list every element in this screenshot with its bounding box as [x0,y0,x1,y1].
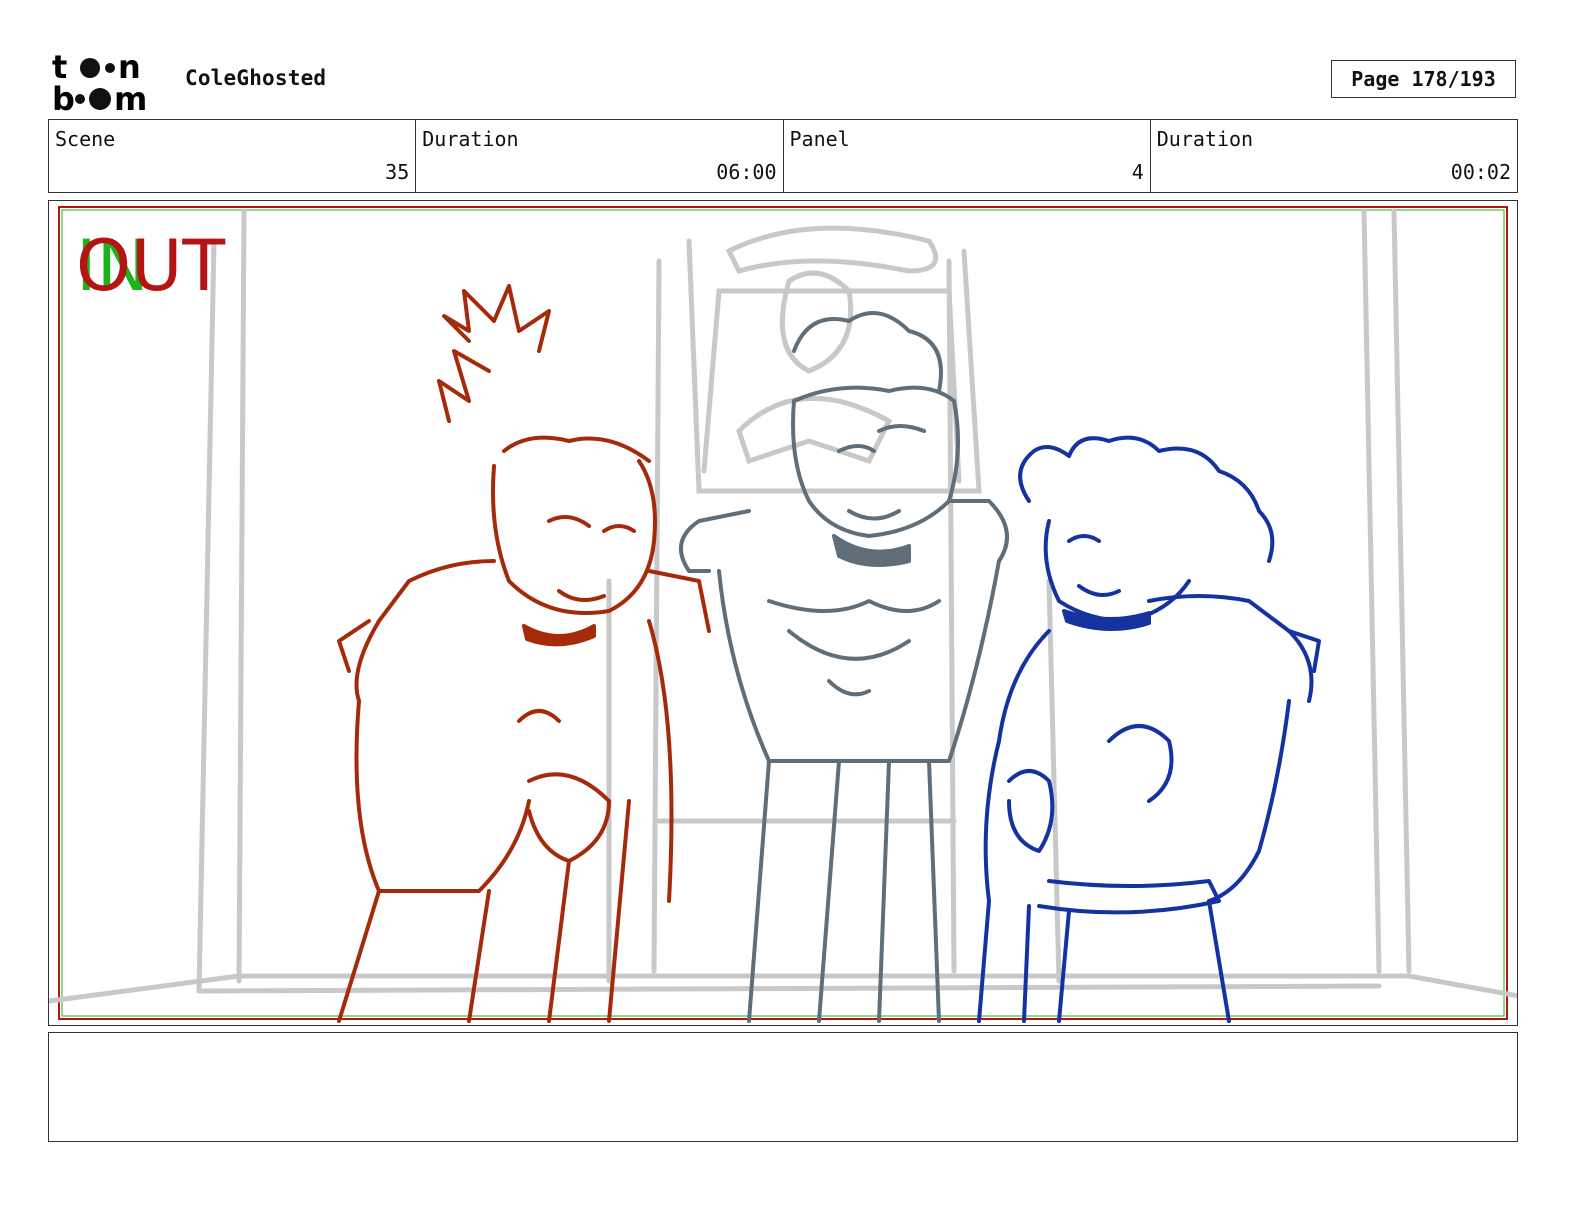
scene-duration-cell: Duration 06:00 [416,120,784,192]
out-marker: OUT [76,225,226,307]
character-middle [679,311,1009,1023]
panel-cell: Panel 4 [784,120,1151,192]
panel-duration-label: Duration [1156,127,1254,151]
panel-value: 4 [1131,160,1144,184]
page-label: Page [1351,67,1400,91]
page-number: 178/193 [1411,67,1496,91]
panel-label: Panel [789,127,850,151]
panel-drawing [49,206,1517,1023]
panel-duration-cell: Duration 00:02 [1151,120,1517,192]
toon-boom-logo: t n b m [52,50,147,114]
in-out-marker: IN OUT [76,231,256,311]
character-right [977,435,1321,1023]
panel-info-row: Scene 35 Duration 06:00 Panel 4 Duration… [48,119,1518,193]
scene-value: 35 [385,160,410,184]
panel-notes-box[interactable] [48,1032,1518,1142]
project-title: ColeGhosted [185,66,327,90]
scene-label: Scene [55,127,116,151]
scene-duration-value: 06:00 [716,160,777,184]
scene-cell: Scene 35 [49,120,417,192]
page-indicator: Page 178/193 [1331,60,1516,98]
svg-text:m: m [114,80,147,114]
scene-duration-label: Duration [422,127,519,151]
panel-duration-value: 00:02 [1450,160,1511,184]
svg-text:b: b [52,80,75,114]
storyboard-panel: IN OUT [48,200,1518,1026]
